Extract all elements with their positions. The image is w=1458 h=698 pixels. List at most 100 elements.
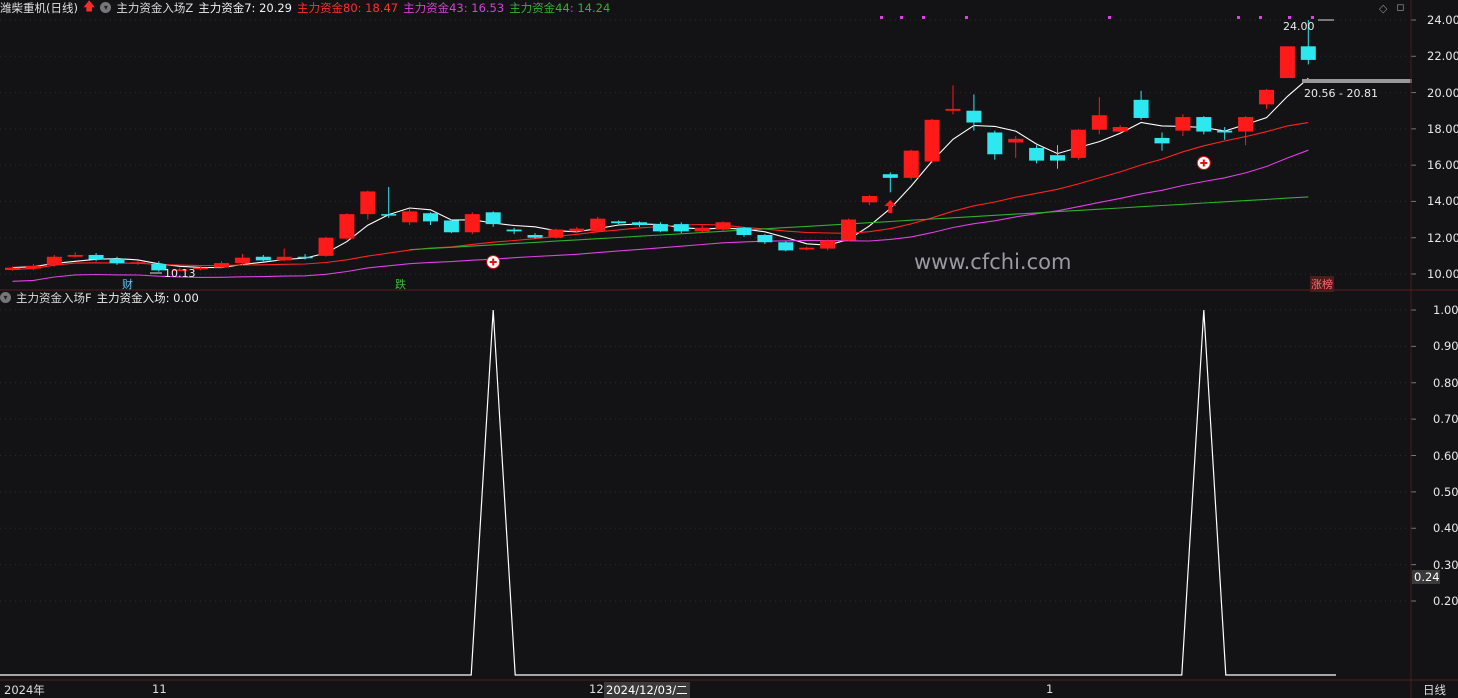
candle-body	[46, 256, 62, 265]
candle-body	[778, 242, 794, 251]
period-label[interactable]: 日线	[1423, 682, 1446, 698]
candle-body	[799, 247, 815, 250]
ma43-line	[12, 149, 1309, 282]
signal-dot	[1288, 16, 1291, 19]
ma44-label: 主力资金44: 14.24	[509, 0, 611, 15]
cursor-date-label: 2024/12/03/二	[604, 682, 690, 698]
candle-body	[757, 234, 773, 243]
candle-body	[1133, 99, 1149, 118]
candle-body	[736, 227, 752, 235]
candle-body	[1196, 117, 1212, 132]
ma7-line	[12, 77, 1309, 269]
candle-body	[423, 213, 438, 222]
candle-body	[1050, 155, 1065, 161]
candle-body	[1300, 46, 1316, 60]
month-1-label: 1	[1046, 682, 1054, 696]
candle-body	[590, 218, 606, 232]
candle-body	[297, 256, 313, 259]
sub-tick-label: 0.90	[1433, 339, 1458, 354]
candle-body	[820, 240, 836, 249]
watermark: www.cfchi.com	[914, 250, 1072, 274]
candle-body	[1238, 117, 1254, 132]
candle-body	[611, 221, 627, 224]
sub-value-label: 主力资金入场: 0.00	[96, 290, 199, 305]
candle-body	[569, 228, 585, 232]
main-header: 潍柴重机(日线) 🡅 ▾ 主力资金入场Z 主力资金7: 20.29 主力资金80…	[0, 0, 610, 15]
range-bar	[1302, 79, 1412, 83]
price-tick-label: 20.00	[1427, 85, 1458, 100]
buy-arrow	[884, 200, 897, 213]
up-arrow-icon[interactable]: 🡅	[83, 0, 95, 18]
price-tick-label: 18.00	[1427, 121, 1458, 136]
candle-body	[25, 265, 41, 269]
month-11-label: 11	[152, 682, 167, 696]
indicator-name[interactable]: 主力资金入场Z	[116, 0, 193, 16]
sub-current-value: 0.24	[1412, 570, 1440, 584]
sub-tick-label: 0.70	[1433, 412, 1458, 427]
ma44-line	[409, 196, 1309, 251]
candle-body	[632, 222, 647, 226]
dropdown-icon[interactable]: ▾	[0, 292, 11, 303]
candle-body	[255, 256, 271, 261]
sub-tick-label: 1.00	[1433, 303, 1458, 317]
candle-body	[673, 224, 689, 232]
candle-body	[214, 263, 229, 268]
candle-body	[339, 214, 355, 239]
candle-body	[381, 214, 397, 216]
signal-dot	[880, 16, 883, 19]
price-tick-label: 10.00	[1427, 267, 1458, 281]
signal-dot	[1237, 16, 1240, 19]
candle-body	[88, 254, 104, 260]
candle-body	[443, 220, 459, 233]
candle-body	[882, 174, 898, 178]
candle-body	[1070, 129, 1086, 158]
stock-chart[interactable]	[0, 0, 1458, 698]
candle-body	[1154, 137, 1170, 144]
candle-body	[5, 267, 20, 271]
signal-dot	[1259, 16, 1262, 19]
sub-tick-label: 0.40	[1433, 521, 1458, 536]
stock-title[interactable]: 潍柴重机(日线)	[0, 0, 78, 16]
sub-indicator-name[interactable]: 主力资金入场F	[16, 290, 92, 306]
price-tick-label: 24.00	[1427, 13, 1458, 27]
high-label: 24.00	[1283, 20, 1315, 33]
price-tick-label: 22.00	[1427, 49, 1458, 64]
candle-body	[234, 257, 250, 264]
candle-body	[841, 219, 856, 241]
candle-body	[966, 110, 982, 123]
signal-dot	[922, 16, 925, 19]
sub-indicator-line	[0, 309, 1336, 676]
zhangbang-tag: 涨榜	[1310, 276, 1334, 292]
candle-body	[402, 211, 418, 223]
collapse-icon[interactable]: ▫	[1396, 0, 1405, 15]
candle-body	[527, 234, 543, 238]
die-tag: 跌	[395, 278, 406, 291]
candle-body	[1112, 127, 1128, 132]
candles	[5, 20, 1316, 272]
ma80-label: 主力资金80: 18.47	[297, 0, 399, 15]
diamond-icon[interactable]: ◇	[1379, 2, 1387, 15]
candle-body	[130, 262, 146, 264]
candle-body	[1217, 130, 1233, 133]
signal-dot	[1311, 16, 1314, 19]
candle-body	[694, 227, 710, 232]
sub-tick-label: 0.80	[1433, 375, 1458, 390]
sub-tick-label: 0.50	[1433, 484, 1458, 499]
moving-averages	[12, 77, 1309, 282]
candle-body	[1175, 117, 1191, 131]
sub-tick-label: 0.60	[1433, 448, 1458, 463]
candle-body	[506, 229, 522, 232]
candle-body	[485, 212, 501, 225]
signal-markers	[150, 16, 1412, 274]
dropdown-icon[interactable]: ▾	[100, 2, 112, 13]
price-tick-label: 12.00	[1427, 230, 1458, 245]
candle-body	[548, 229, 564, 238]
sub-tick-label: 0.20	[1433, 594, 1458, 608]
signal-dot	[965, 16, 968, 19]
candle-body	[903, 150, 919, 178]
candle-body	[318, 237, 334, 256]
low-label: 10.13	[164, 267, 196, 280]
candle-body	[1091, 115, 1107, 130]
candle-body	[861, 195, 877, 203]
candle-body	[360, 191, 376, 215]
